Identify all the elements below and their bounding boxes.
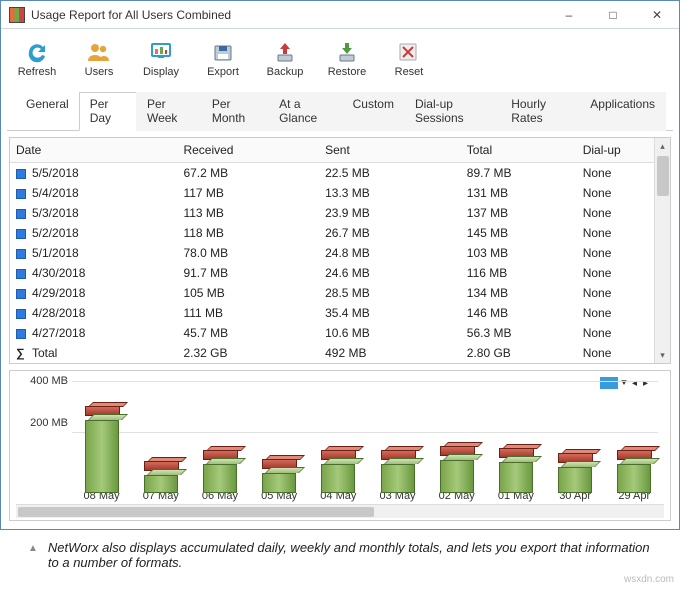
chart-bar [605, 458, 663, 487]
caption-chevron-icon: ▲ [28, 540, 38, 554]
date-icon [16, 269, 26, 279]
ytick-200: 200 MB [30, 417, 68, 429]
col-total[interactable]: Total [461, 138, 577, 163]
tab-applications[interactable]: Applications [579, 92, 666, 131]
display-label: Display [143, 66, 179, 78]
date-icon [16, 209, 26, 219]
chart-bar [487, 456, 545, 487]
date-icon [16, 189, 26, 199]
chart-horizontal-scrollbar[interactable] [16, 504, 664, 518]
tab-per-week[interactable]: Per Week [136, 92, 202, 131]
reset-icon [395, 40, 423, 64]
close-button[interactable]: ✕ [635, 1, 679, 29]
table-total-row[interactable]: ∑Total2.32 GB492 MB2.80 GBNone [10, 343, 654, 363]
data-table-panel: Date Received Sent Total Dial-up 5/5/201… [9, 137, 671, 364]
users-button[interactable]: Users [71, 35, 127, 83]
users-label: Users [85, 66, 114, 78]
refresh-button[interactable]: Refresh [9, 35, 65, 83]
export-button[interactable]: Export [195, 35, 251, 83]
date-icon [16, 169, 26, 179]
table-row[interactable]: 5/2/2018118 MB26.7 MB145 MBNone [10, 223, 654, 243]
table-row[interactable]: 4/30/201891.7 MB24.6 MB116 MBNone [10, 263, 654, 283]
table-row[interactable]: 4/27/201845.7 MB10.6 MB56.3 MBNone [10, 323, 654, 343]
caption-text: NetWorx also displays accumulated daily,… [48, 540, 658, 570]
chart-scroll-thumb[interactable] [18, 507, 374, 517]
restore-button[interactable]: Restore [319, 35, 375, 83]
tab-at-a-glance[interactable]: At a Glance [268, 92, 342, 131]
tab-per-month[interactable]: Per Month [201, 92, 269, 131]
reset-label: Reset [395, 66, 424, 78]
toolbar: Refresh Users Display Export Backup Rest… [1, 29, 679, 85]
date-icon [16, 289, 26, 299]
refresh-label: Refresh [18, 66, 57, 78]
scroll-down-icon[interactable]: ▾ [655, 347, 670, 363]
refresh-icon [23, 40, 51, 64]
date-icon [16, 329, 26, 339]
backup-icon [271, 40, 299, 64]
scroll-thumb[interactable] [657, 156, 669, 196]
watermark: wsxdn.com [624, 574, 674, 585]
gridline [72, 381, 658, 382]
table-header-row: Date Received Sent Total Dial-up [10, 138, 654, 163]
tabstrip: General Per Day Per Week Per Month At a … [7, 85, 673, 131]
sigma-icon: ∑ [16, 346, 28, 360]
table-row[interactable]: 5/5/201867.2 MB22.5 MB89.7 MBNone [10, 163, 654, 184]
table-row[interactable]: 4/28/2018111 MB35.4 MB146 MBNone [10, 303, 654, 323]
maximize-button[interactable]: □ [591, 1, 635, 29]
date-icon [16, 249, 26, 259]
chart-bar [191, 458, 249, 487]
backup-button[interactable]: Backup [257, 35, 313, 83]
chart-bar [428, 454, 486, 487]
users-icon [85, 40, 113, 64]
col-received[interactable]: Received [177, 138, 319, 163]
date-icon [16, 229, 26, 239]
bar-chart: 400 MB 200 MB [16, 377, 664, 487]
reset-button[interactable]: Reset [381, 35, 437, 83]
table-row[interactable]: 4/29/2018105 MB28.5 MB134 MBNone [10, 283, 654, 303]
chart-bar [250, 467, 308, 487]
tab-general[interactable]: General [15, 92, 80, 131]
chart-bar [309, 458, 367, 487]
col-sent[interactable]: Sent [319, 138, 461, 163]
backup-label: Backup [267, 66, 304, 78]
minimize-button[interactable]: – [547, 1, 591, 29]
y-axis: 400 MB 200 MB [16, 377, 72, 469]
chart-bar [73, 414, 131, 487]
export-label: Export [207, 66, 239, 78]
scroll-up-icon[interactable]: ▴ [655, 138, 670, 154]
app-icon [9, 7, 25, 23]
restore-label: Restore [328, 66, 367, 78]
tab-hourly-rates[interactable]: Hourly Rates [500, 92, 580, 131]
display-icon [147, 40, 175, 64]
chart-panel: ⯆ ◂ ▸ 400 MB 200 MB 08 May07 May06 May05… [9, 370, 671, 521]
usage-table: Date Received Sent Total Dial-up 5/5/201… [10, 138, 654, 363]
chart-bar [132, 469, 190, 487]
ytick-400: 400 MB [30, 375, 68, 387]
caption-block: ▲ NetWorx also displays accumulated dail… [0, 530, 680, 576]
table-row[interactable]: 5/1/201878.0 MB24.8 MB103 MBNone [10, 243, 654, 263]
vertical-scrollbar[interactable]: ▴ ▾ [654, 138, 670, 363]
titlebar[interactable]: Usage Report for All Users Combined – □ … [1, 1, 679, 29]
display-button[interactable]: Display [133, 35, 189, 83]
date-icon [16, 309, 26, 319]
col-dialup[interactable]: Dial-up [577, 138, 654, 163]
restore-icon [333, 40, 361, 64]
tab-dialup-sessions[interactable]: Dial-up Sessions [404, 92, 501, 131]
col-date[interactable]: Date [10, 138, 177, 163]
table-row[interactable]: 5/3/2018113 MB23.9 MB137 MBNone [10, 203, 654, 223]
export-icon [209, 40, 237, 64]
window-title: Usage Report for All Users Combined [31, 8, 547, 22]
app-window: Usage Report for All Users Combined – □ … [0, 0, 680, 530]
chart-bar [546, 461, 604, 487]
tab-custom[interactable]: Custom [342, 92, 405, 131]
tab-per-day[interactable]: Per Day [79, 92, 137, 131]
chart-bar [369, 458, 427, 487]
table-row[interactable]: 5/4/2018117 MB13.3 MB131 MBNone [10, 183, 654, 203]
